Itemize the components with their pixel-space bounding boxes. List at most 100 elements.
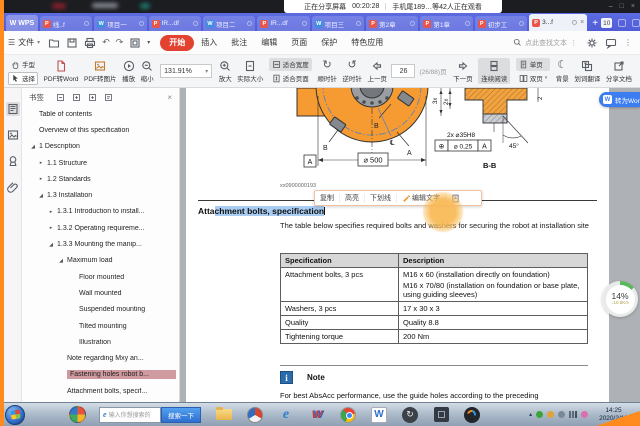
document-tab[interactable]: PIR...df <box>149 16 201 31</box>
tab-menu-icon[interactable] <box>632 19 640 27</box>
switch-view-icon[interactable] <box>129 37 141 49</box>
maximize-icon[interactable]: □ <box>620 3 624 10</box>
tree-collapsed-icon[interactable]: ▸ <box>38 176 44 182</box>
sync-app-icon[interactable]: ↻ <box>401 406 419 424</box>
menu-tab-start[interactable]: 开始 <box>160 35 194 51</box>
attachments-panel-icon[interactable] <box>6 180 20 194</box>
single-page-button[interactable]: 单页 <box>516 58 551 71</box>
toc-item[interactable]: ▸1.2 Standards <box>22 171 179 187</box>
file-menu-button[interactable]: ☰ 文件 ▾ <box>8 37 40 48</box>
undo-icon[interactable]: ↶ <box>102 38 110 47</box>
underline-button[interactable]: 下划线 <box>365 193 396 203</box>
tray-status-icon[interactable] <box>558 411 565 418</box>
highlight-button[interactable]: 高亮 <box>340 193 364 203</box>
explorer-icon[interactable] <box>215 406 233 424</box>
toc-item[interactable]: ▸1.1 Structure <box>22 155 179 171</box>
toc-item[interactable]: ▸1.3.2 Operating requireme... <box>22 220 179 236</box>
ie-icon[interactable]: e <box>277 406 295 424</box>
continuous-read-button[interactable]: 连续阅读 <box>478 58 510 84</box>
convert-to-word-button[interactable]: W 转为Word <box>599 92 640 107</box>
toc-item[interactable]: ◢Maximum load <box>22 253 179 269</box>
toc-item[interactable]: Attachment bolts, specif... <box>22 383 179 399</box>
tray-status-icon[interactable] <box>547 411 554 418</box>
meeting-app-icon[interactable] <box>463 406 481 424</box>
tree-collapsed-icon[interactable]: ▸ <box>38 160 44 166</box>
close-panel-icon[interactable]: × <box>167 93 172 102</box>
next-page-button[interactable]: 下一页 <box>453 59 473 83</box>
tab-close-icon[interactable]: × <box>580 19 584 26</box>
toc-item[interactable]: ◢1.3 Installation <box>22 187 179 203</box>
menu-tab-special-apps[interactable]: 特色应用 <box>344 35 390 50</box>
zoom-level-combo[interactable]: 131.91% ▾ <box>160 64 212 78</box>
tree-expanded-icon[interactable]: ◢ <box>30 144 36 150</box>
pdf-to-image-button[interactable]: PDF转图片 <box>84 59 117 83</box>
annotations-panel-icon[interactable] <box>6 154 20 168</box>
start-button[interactable] <box>5 405 25 425</box>
thumbnails-panel-icon[interactable] <box>6 128 20 142</box>
wps-home-tab[interactable]: W WPS <box>6 15 38 31</box>
toc-item[interactable]: ◢1 Description <box>22 139 179 155</box>
edit-text-button[interactable]: 编辑文字 <box>397 193 445 203</box>
document-tab[interactable]: P第1章 <box>420 16 472 31</box>
tray-expand-icon[interactable]: ▴ <box>529 411 532 418</box>
prev-page-button[interactable]: 上一页 <box>367 59 387 83</box>
document-tab[interactable]: W项目三 <box>312 16 364 31</box>
menu-tab-comment[interactable]: 批注 <box>224 35 254 50</box>
open-folder-icon[interactable] <box>48 37 60 49</box>
rotate-ccw-button[interactable]: ↺ 逆时针 <box>342 59 362 83</box>
background-button[interactable]: ☾ 背景 <box>556 59 569 83</box>
taskbar-search-input[interactable]: e 输入你想搜索的 <box>99 407 161 423</box>
new-tab-button[interactable]: + <box>592 19 598 29</box>
two-page-button[interactable]: 双页 ▾ <box>516 72 551 85</box>
select-tool-button[interactable]: 选择 <box>8 72 38 85</box>
toc-item[interactable]: Tilted mounting <box>22 318 179 334</box>
search-go-button[interactable]: 搜索一下 <box>161 407 201 423</box>
toc-item[interactable]: Wall mounted <box>22 285 179 301</box>
toc-item[interactable]: Table of contents <box>22 106 179 122</box>
tree-expanded-icon[interactable]: ◢ <box>48 242 54 248</box>
find-text-box[interactable]: 点此查找文本 ⋮ <box>513 38 577 48</box>
bookmarks-panel-icon[interactable] <box>6 102 20 116</box>
fit-page-button[interactable]: 适合页面 <box>269 72 312 85</box>
play-button[interactable]: 播放 <box>122 59 135 83</box>
toc-item[interactable]: Overview of this specification <box>22 122 179 138</box>
toc-item[interactable]: ◢1.3.3 Mounting the manip... <box>22 236 179 252</box>
more-tools-icon[interactable] <box>446 194 465 203</box>
capture-app-icon[interactable] <box>432 406 450 424</box>
collapse-all-icon[interactable] <box>56 93 65 102</box>
copy-button[interactable]: 复制 <box>315 193 339 203</box>
tree-collapsed-icon[interactable]: ▸ <box>48 225 54 231</box>
wps-app-icon[interactable]: W <box>370 406 388 424</box>
expand-all-icon[interactable] <box>72 93 81 102</box>
zoom-in-button[interactable]: 放大 <box>219 59 232 83</box>
rotate-cw-button[interactable]: ↻ 顺时针 <box>317 59 337 83</box>
page-number-input[interactable]: 26 <box>391 64 415 78</box>
menu-tab-protect[interactable]: 保护 <box>314 35 344 50</box>
menu-tab-insert[interactable]: 插入 <box>194 35 224 50</box>
add-bookmark-icon[interactable] <box>88 93 97 102</box>
zoom-out-button[interactable]: 缩小 <box>141 59 154 83</box>
w-app-icon[interactable]: W <box>308 406 326 424</box>
comment-icon[interactable] <box>605 37 617 49</box>
minimize-icon[interactable]: – <box>609 3 613 10</box>
tab-count-badge[interactable]: 10 <box>601 18 612 28</box>
toc-item[interactable]: ▸1.3.1 Introduction to install... <box>22 204 179 220</box>
gear-icon[interactable] <box>586 37 598 49</box>
translate-button[interactable]: 划词翻译 <box>574 59 600 83</box>
redo-icon[interactable]: ↷ <box>116 38 124 47</box>
menu-tab-edit[interactable]: 编辑 <box>254 35 284 50</box>
close-icon[interactable]: × <box>631 3 635 10</box>
hand-tool-button[interactable]: 手型 <box>8 58 38 71</box>
tree-expanded-icon[interactable]: ◢ <box>38 193 44 199</box>
more-icon[interactable]: ⋮ <box>624 38 632 47</box>
menu-tab-page[interactable]: 页面 <box>284 35 314 50</box>
document-tab[interactable]: P第2章 <box>366 16 418 31</box>
document-tab[interactable]: P初步工 <box>475 16 527 31</box>
document-tab[interactable]: W项目一 <box>94 16 146 31</box>
save-icon[interactable] <box>66 37 78 49</box>
document-tab[interactable]: P线..f <box>40 16 92 31</box>
network-icon[interactable] <box>569 411 577 418</box>
tray-status-icon[interactable] <box>581 411 588 418</box>
chrome-icon[interactable] <box>339 406 357 424</box>
fit-width-button[interactable]: 适合宽度 <box>269 58 312 71</box>
